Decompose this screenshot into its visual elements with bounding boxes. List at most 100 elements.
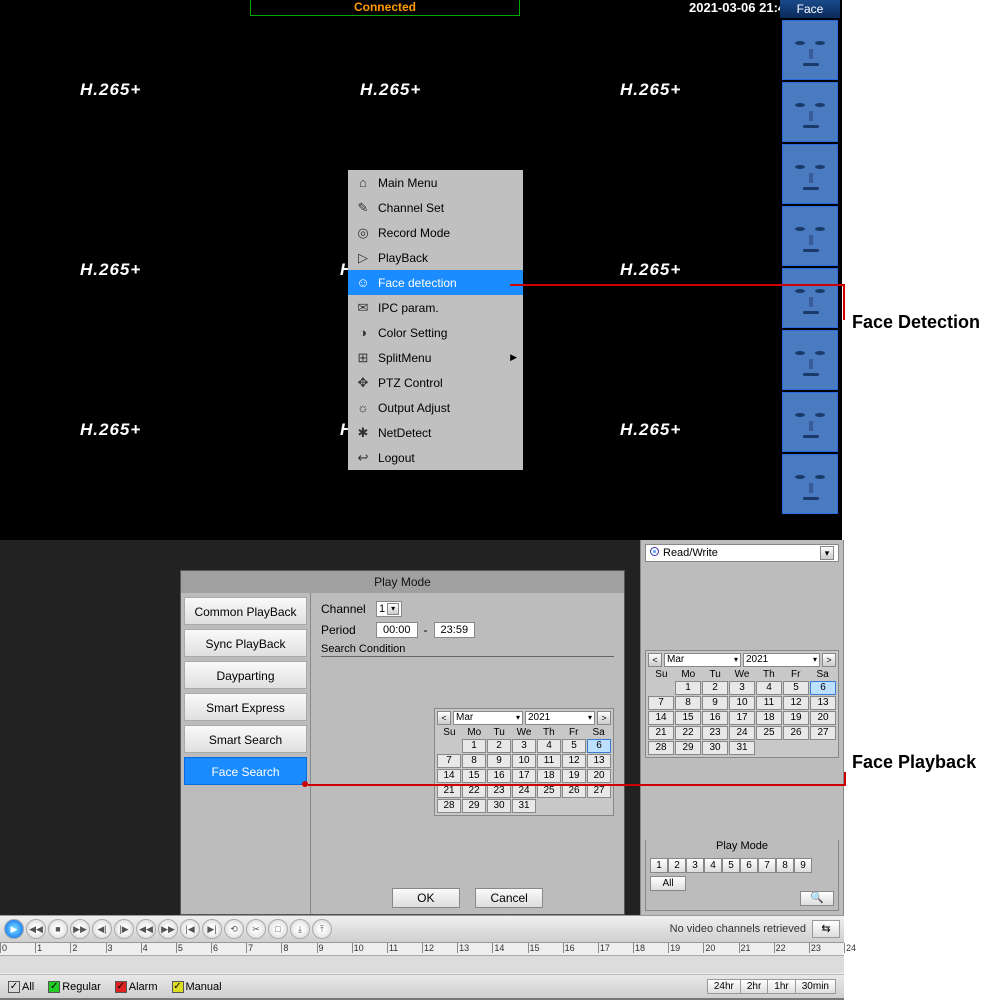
cal-day[interactable]: 4 — [537, 739, 561, 753]
transport-button[interactable]: ⟲ — [224, 919, 244, 939]
cal-day[interactable]: 26 — [562, 784, 586, 798]
timeline[interactable]: 0123456789101112131415161718192021222324 — [0, 943, 844, 975]
cal-day[interactable]: 7 — [648, 696, 674, 710]
cal-day[interactable]: 19 — [783, 711, 809, 725]
cal-day[interactable]: 29 — [462, 799, 486, 813]
cal-next-button[interactable]: > — [597, 711, 611, 725]
channel-button-6[interactable]: 6 — [740, 858, 758, 873]
channel-button-7[interactable]: 7 — [758, 858, 776, 873]
scale-tab-30min[interactable]: 30min — [795, 979, 836, 994]
channel-button-2[interactable]: 2 — [668, 858, 686, 873]
transport-button[interactable]: ⤒ — [312, 919, 332, 939]
menu-item-face-detection[interactable]: ☺Face detection — [348, 270, 523, 295]
face-thumbnail[interactable] — [782, 82, 838, 142]
cal-day[interactable]: 22 — [462, 784, 486, 798]
menu-item-main-menu[interactable]: ⌂Main Menu — [348, 170, 523, 195]
cal-day[interactable]: 25 — [537, 784, 561, 798]
cal-day[interactable]: 21 — [648, 726, 674, 740]
repeat-button[interactable]: ⇆ — [812, 920, 840, 938]
cal-day[interactable]: 27 — [810, 726, 836, 740]
cal-day[interactable]: 1 — [675, 681, 701, 695]
cal-day[interactable]: 30 — [702, 741, 728, 755]
cal-day[interactable]: 31 — [729, 741, 755, 755]
cal-day[interactable]: 24 — [729, 726, 755, 740]
mode-smart-express[interactable]: Smart Express — [184, 693, 307, 721]
cal-day[interactable]: 19 — [562, 769, 586, 783]
channel-button-4[interactable]: 4 — [704, 858, 722, 873]
cal-month-select[interactable]: Mar▾ — [453, 711, 523, 725]
face-thumbnail[interactable] — [782, 330, 838, 390]
cal-day[interactable]: 14 — [437, 769, 461, 783]
transport-button[interactable]: |◀ — [180, 919, 200, 939]
channel-button-3[interactable]: 3 — [686, 858, 704, 873]
transport-button[interactable]: |▶ — [114, 919, 134, 939]
face-thumbnail[interactable] — [782, 206, 838, 266]
transport-button[interactable]: ■ — [48, 919, 68, 939]
cal-day[interactable]: 21 — [437, 784, 461, 798]
legend-regular[interactable]: ✓Regular — [48, 981, 101, 993]
ok-button[interactable]: OK — [392, 888, 460, 908]
mode-dayparting[interactable]: Dayparting — [184, 661, 307, 689]
cal-day[interactable]: 22 — [675, 726, 701, 740]
menu-item-output-adjust[interactable]: ☼Output Adjust — [348, 395, 523, 420]
mode-smart-search[interactable]: Smart Search — [184, 725, 307, 753]
menu-item-netdetect[interactable]: ✱NetDetect — [348, 420, 523, 445]
transport-button[interactable]: ◀| — [92, 919, 112, 939]
period-from-input[interactable]: 00:00 — [376, 622, 418, 638]
mode-sync-playback[interactable]: Sync PlayBack — [184, 629, 307, 657]
cal-day[interactable]: 31 — [512, 799, 536, 813]
cal-day[interactable]: 1 — [462, 739, 486, 753]
drive-mode-select[interactable]: Read/Write ▾ — [645, 544, 839, 562]
cal-day[interactable]: 16 — [702, 711, 728, 725]
cal-day[interactable]: 13 — [810, 696, 836, 710]
cancel-button[interactable]: Cancel — [475, 888, 543, 908]
transport-button[interactable]: ▶▶ — [158, 919, 178, 939]
cal-day[interactable]: 29 — [675, 741, 701, 755]
transport-button[interactable]: ◀◀ — [26, 919, 46, 939]
cal-day[interactable]: 6 — [587, 739, 611, 753]
cal-day[interactable]: 17 — [512, 769, 536, 783]
cal-day[interactable]: 24 — [512, 784, 536, 798]
cal-day[interactable]: 8 — [462, 754, 486, 768]
menu-item-color-setting[interactable]: ◑Color Setting — [348, 320, 523, 345]
cal-day[interactable]: 15 — [675, 711, 701, 725]
checkbox-icon[interactable]: ✓ — [115, 981, 127, 993]
menu-item-record-mode[interactable]: ◎Record Mode — [348, 220, 523, 245]
cal-year-select[interactable]: 2021▾ — [525, 711, 595, 725]
menu-item-channel-set[interactable]: ✎Channel Set — [348, 195, 523, 220]
cal-day[interactable]: 13 — [587, 754, 611, 768]
legend-alarm[interactable]: ✓Alarm — [115, 981, 158, 993]
mode-face-search[interactable]: Face Search — [184, 757, 307, 785]
transport-button[interactable]: ⤓ — [290, 919, 310, 939]
face-thumbnail[interactable] — [782, 392, 838, 452]
cal-day[interactable]: 20 — [587, 769, 611, 783]
cal-day[interactable]: 3 — [729, 681, 755, 695]
channel-button-1[interactable]: 1 — [650, 858, 668, 873]
menu-item-splitmenu[interactable]: ⊞SplitMenu▶ — [348, 345, 523, 370]
cal-day[interactable]: 7 — [437, 754, 461, 768]
menu-item-ptz-control[interactable]: ✥PTZ Control — [348, 370, 523, 395]
cal-day[interactable]: 11 — [756, 696, 782, 710]
checkbox-icon[interactable]: ✓ — [48, 981, 60, 993]
face-thumbnail[interactable] — [782, 20, 838, 80]
cal-day[interactable]: 28 — [648, 741, 674, 755]
face-thumbnail[interactable] — [782, 454, 838, 514]
channel-all-button[interactable]: All — [650, 876, 686, 891]
cal-day[interactable]: 2 — [702, 681, 728, 695]
cal-prev-button[interactable]: < — [648, 653, 662, 667]
channel-button-9[interactable]: 9 — [794, 858, 812, 873]
cal-day[interactable]: 23 — [487, 784, 511, 798]
cal-day[interactable]: 2 — [487, 739, 511, 753]
cal-day[interactable]: 11 — [537, 754, 561, 768]
mode-common-playback[interactable]: Common PlayBack — [184, 597, 307, 625]
face-thumbnail[interactable] — [782, 144, 838, 204]
cal-day[interactable]: 5 — [562, 739, 586, 753]
cal-day[interactable]: 18 — [537, 769, 561, 783]
channel-button-5[interactable]: 5 — [722, 858, 740, 873]
legend-manual[interactable]: ✓Manual — [172, 981, 222, 993]
cal-day[interactable]: 9 — [487, 754, 511, 768]
cal-day[interactable]: 20 — [810, 711, 836, 725]
cal-next-button[interactable]: > — [822, 653, 836, 667]
cal-day[interactable]: 18 — [756, 711, 782, 725]
timeline-track[interactable] — [0, 955, 844, 973]
